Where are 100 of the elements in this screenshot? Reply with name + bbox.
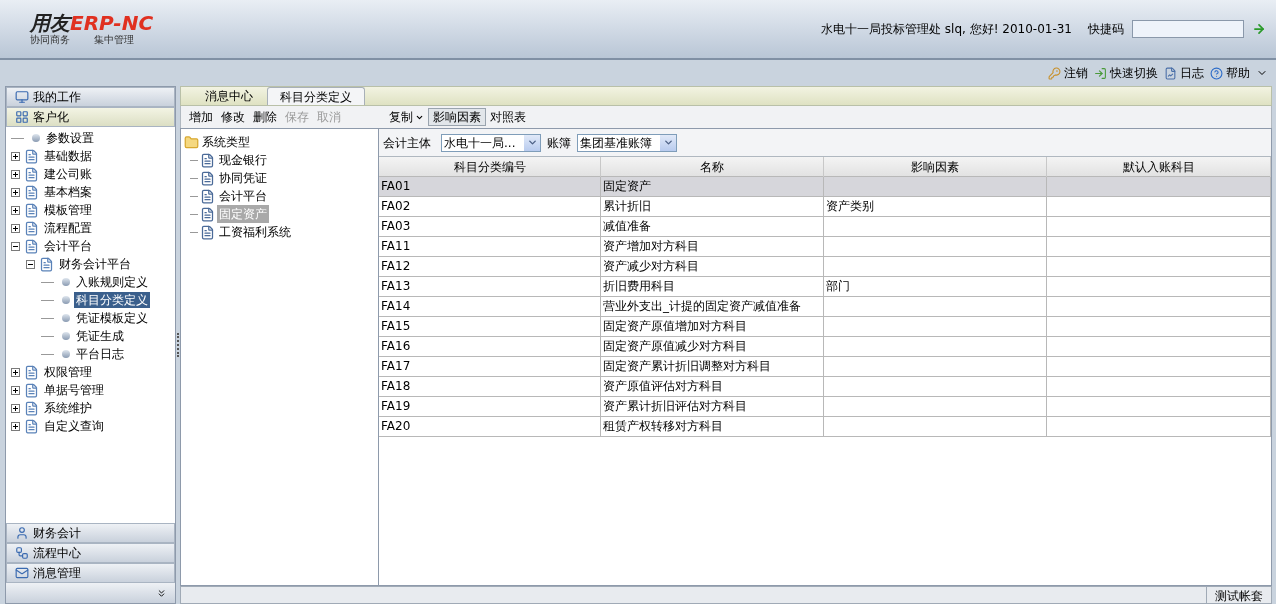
document-icon [24, 364, 39, 380]
tree-item[interactable]: 入账规则定义 [74, 274, 150, 290]
tree-item[interactable]: 财务会计平台 [57, 256, 133, 272]
table-row[interactable]: FA20 租赁产权转移对方科目 [379, 417, 1271, 437]
table-row[interactable]: FA01 固定资产 [379, 177, 1271, 197]
header-link[interactable]: 注销 [1048, 64, 1088, 82]
caret-icon [662, 137, 674, 148]
table-row[interactable]: FA13 折旧费用科目 部门 [379, 277, 1271, 297]
tree-item[interactable]: 凭证生成 [74, 328, 126, 344]
expand-toggle[interactable] [11, 187, 20, 197]
tree-item[interactable]: 会计平台 [42, 238, 94, 254]
filter-label: 账簿 [547, 134, 571, 152]
tree-item[interactable]: 会计平台 [217, 187, 269, 205]
bullet-icon [62, 278, 70, 286]
accordion-header[interactable]: 流程中心 [6, 543, 175, 563]
table-row[interactable]: FA12 资产减少对方科目 [379, 257, 1271, 277]
expand-toggle[interactable] [11, 169, 20, 179]
expand-toggle[interactable] [11, 223, 20, 233]
expand-toggle[interactable] [11, 403, 20, 413]
monitor-icon [15, 90, 29, 104]
table-row[interactable]: FA16 固定资产原值减少对方科目 [379, 337, 1271, 357]
header-link[interactable]: 快速切换 [1094, 64, 1158, 82]
tree-item[interactable]: 协同凭证 [217, 169, 269, 187]
expand-toggle[interactable] [11, 367, 20, 377]
document-icon [24, 184, 39, 200]
accordion-header[interactable]: 财务会计 [6, 523, 175, 543]
toolbar-button[interactable]: 对照表 [486, 108, 530, 126]
expand-toggle[interactable] [11, 385, 20, 395]
tree-item[interactable]: 科目分类定义 [74, 292, 150, 308]
select-field[interactable]: 集团基准账簿 [577, 133, 677, 152]
tree-item[interactable]: 权限管理 [42, 364, 94, 380]
tree-item[interactable]: 现金银行 [217, 151, 269, 169]
toolbar-button[interactable]: 复制 [385, 108, 428, 126]
header-link[interactable]: 帮助 [1210, 64, 1250, 82]
table-cell: FA01 [379, 177, 601, 196]
tree-item[interactable]: 凭证模板定义 [74, 310, 150, 326]
bullet-icon [32, 134, 40, 142]
mail-icon [15, 566, 29, 580]
document-icon [39, 256, 54, 272]
accordion-header[interactable]: 消息管理 [6, 563, 175, 583]
tree-item[interactable]: 流程配置 [42, 220, 94, 236]
table-row[interactable]: FA03 减值准备 [379, 217, 1271, 237]
table-row[interactable]: FA18 资产原值评估对方科目 [379, 377, 1271, 397]
table-cell: 减值准备 [601, 217, 824, 236]
tree-item[interactable]: 建公司账 [42, 166, 94, 182]
dropdown-button[interactable] [524, 134, 540, 151]
document-icon [24, 166, 39, 182]
tree-item[interactable]: 工资福利系统 [217, 223, 293, 241]
tab[interactable]: 消息中心 [193, 87, 265, 105]
document-icon [200, 152, 215, 168]
tree-item[interactable]: 系统维护 [42, 400, 94, 416]
table-row[interactable]: FA11 资产增加对方科目 [379, 237, 1271, 257]
expand-toggle[interactable] [11, 151, 20, 161]
table-cell: FA16 [379, 337, 601, 356]
collapse-toggle[interactable] [11, 241, 20, 251]
toolbar-button[interactable]: 增加 [185, 108, 217, 126]
grid-icon [15, 110, 29, 124]
tree-item[interactable]: 单据号管理 [42, 382, 106, 398]
accordion-header[interactable]: 客户化 [6, 107, 175, 127]
tab[interactable]: 科目分类定义 [267, 87, 365, 105]
document-icon [24, 382, 39, 398]
collapse-toggle[interactable] [26, 259, 35, 269]
document-icon [24, 148, 39, 164]
user-icon [15, 526, 29, 540]
table-cell: FA17 [379, 357, 601, 376]
table-row[interactable]: FA15 固定资产原值增加对方科目 [379, 317, 1271, 337]
document-icon [200, 170, 215, 186]
log-icon [1164, 66, 1177, 80]
tree-item[interactable]: 参数设置 [44, 130, 96, 146]
select-field[interactable]: 水电十一局... [441, 133, 541, 152]
toolbar-button[interactable]: 影响因素 [428, 108, 486, 126]
toolbar-button[interactable]: 删除 [249, 108, 281, 126]
expand-toggle[interactable] [11, 205, 20, 215]
tree-item[interactable]: 系统类型 [202, 133, 250, 151]
table-cell: 营业外支出_计提的固定资产减值准备 [601, 297, 824, 316]
accordion-header[interactable]: 我的工作 [6, 87, 175, 107]
bullet-icon [62, 314, 70, 322]
table-row[interactable]: FA14 营业外支出_计提的固定资产减值准备 [379, 297, 1271, 317]
document-icon [24, 220, 39, 236]
key-icon [1048, 66, 1061, 80]
toolbar-button[interactable]: 修改 [217, 108, 249, 126]
table-cell: 固定资产 [601, 177, 824, 196]
shortcut-field[interactable] [1132, 20, 1244, 38]
expand-more-icon[interactable] [156, 587, 167, 599]
expand-toggle[interactable] [11, 421, 20, 431]
header-link[interactable]: 日志 [1164, 64, 1204, 82]
folder-icon [184, 134, 199, 150]
shortcut-label: 快捷码 [1088, 21, 1124, 38]
tree-item[interactable]: 基本档案 [42, 184, 94, 200]
tree-item[interactable]: 模板管理 [42, 202, 94, 218]
tree-item[interactable]: 自定义查询 [42, 418, 106, 434]
tree-item[interactable]: 平台日志 [74, 346, 126, 362]
table-cell: FA02 [379, 197, 601, 216]
table-row[interactable]: FA19 资产累计折旧评估对方科目 [379, 397, 1271, 417]
table-row[interactable]: FA17 固定资产累计折旧调整对方科目 [379, 357, 1271, 377]
table-row[interactable]: FA02 累计折旧 资产类别 [379, 197, 1271, 217]
table-cell: 资产类别 [824, 197, 1047, 216]
dropdown-button[interactable] [660, 134, 676, 151]
tree-item[interactable]: 基础数据 [42, 148, 94, 164]
table-cell: 固定资产原值减少对方科目 [601, 337, 824, 356]
